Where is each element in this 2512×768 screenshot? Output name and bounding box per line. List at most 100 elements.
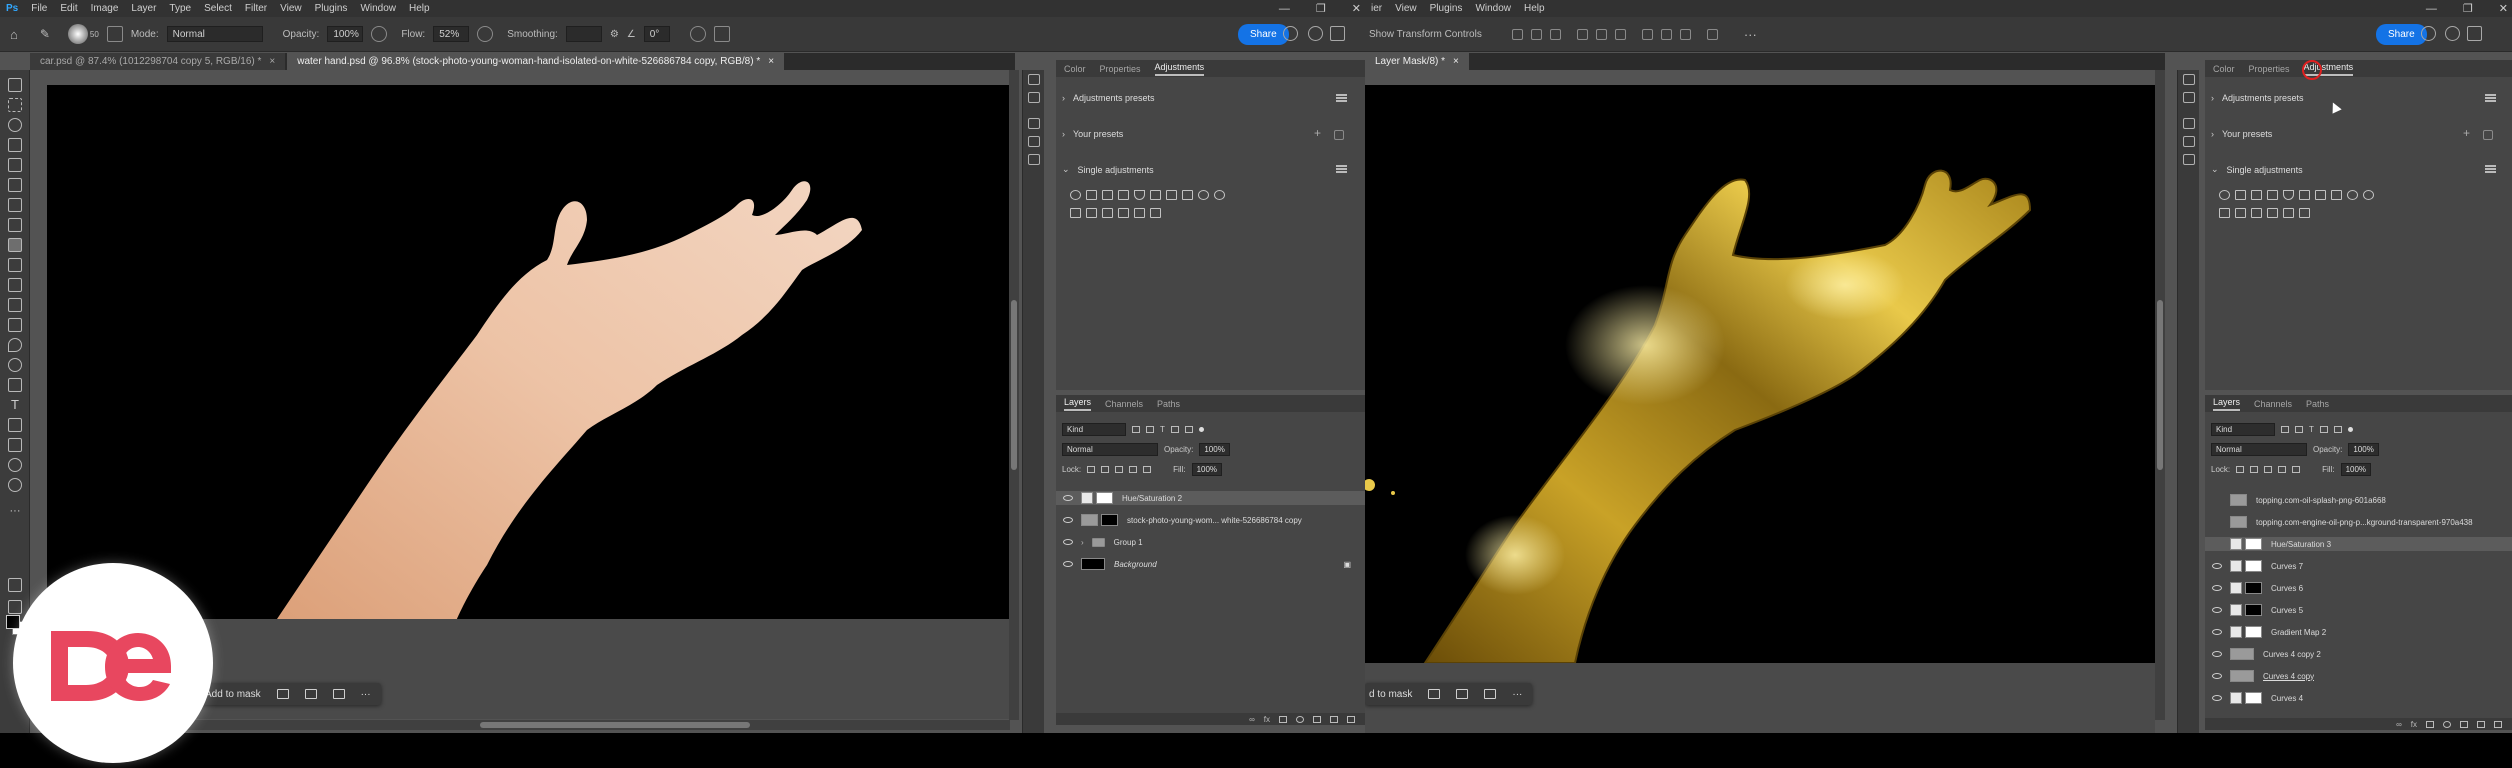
vibrance-icon[interactable]	[2283, 190, 2294, 200]
layer-row[interactable]: Hue/Saturation 2	[1056, 491, 1365, 505]
tab-properties[interactable]: Properties	[1100, 64, 1141, 74]
chevron-right-icon[interactable]: ›	[1081, 538, 1084, 547]
invert-mask-icon[interactable]	[1456, 689, 1469, 699]
new-adjustment-icon[interactable]	[2443, 720, 2451, 728]
menu-file[interactable]: File	[31, 3, 47, 14]
path-selection-icon[interactable]	[8, 418, 22, 432]
lock-position-icon[interactable]	[2264, 466, 2273, 473]
vertical-scrollbar[interactable]	[2155, 70, 2165, 720]
brush-size-preview[interactable]	[67, 24, 88, 44]
search-icon[interactable]	[1283, 26, 1298, 41]
layer-name[interactable]: Background	[1114, 560, 1157, 569]
filter-shape-icon[interactable]	[1170, 426, 1179, 433]
black-white-icon[interactable]	[2331, 190, 2342, 200]
adjustments-panel-icon[interactable]	[2183, 136, 2195, 147]
tab-color[interactable]: Color	[1064, 64, 1086, 74]
flow-field[interactable]: 52%	[433, 26, 470, 42]
collapse-icon[interactable]	[1028, 74, 1040, 85]
dodge-tool-icon[interactable]	[8, 358, 22, 372]
tab-properties[interactable]: Properties	[2249, 64, 2290, 74]
symmetry-icon[interactable]	[713, 26, 730, 42]
new-group-icon[interactable]	[1313, 715, 1321, 723]
tab-paths[interactable]: Paths	[1157, 399, 1180, 409]
eraser-icon[interactable]	[8, 298, 22, 312]
mode-select[interactable]: Normal	[166, 26, 263, 42]
layer-row[interactable]: Curves 5	[2205, 603, 2512, 617]
layer-name[interactable]: Curves 4 copy 2	[2263, 650, 2321, 659]
layer-name[interactable]: Curves 4 copy	[2263, 672, 2314, 681]
comments-icon[interactable]	[1028, 92, 1040, 103]
history-brush-icon[interactable]	[8, 278, 22, 292]
align-right-icon[interactable]	[1549, 28, 1561, 40]
delete-layer-icon[interactable]	[2494, 720, 2502, 728]
add-mask-icon[interactable]	[2426, 720, 2434, 728]
align-top-icon[interactable]	[1576, 28, 1588, 40]
layer-name[interactable]: Hue/Saturation 2	[1122, 494, 1182, 503]
layer-name[interactable]: Curves 7	[2271, 562, 2303, 571]
menu-layer[interactable]: Layer	[131, 3, 156, 14]
levels-icon[interactable]	[2235, 190, 2246, 200]
layer-row[interactable]: Background ▣	[1056, 557, 1365, 571]
tab-layers[interactable]: Layers	[2213, 397, 2241, 411]
distribute-icon[interactable]	[1641, 28, 1653, 40]
distribute-spacing-icon[interactable]	[1706, 28, 1718, 40]
lock-image-icon[interactable]	[2250, 466, 2259, 473]
add-to-mask-button[interactable]: d to mask	[1369, 689, 1412, 700]
menu-image[interactable]: Image	[91, 3, 119, 14]
hue-saturation-icon[interactable]	[1150, 190, 1161, 200]
posterize-icon[interactable]	[2251, 208, 2262, 218]
layer-row[interactable]: Curves 7	[2205, 559, 2512, 573]
layer-row[interactable]: Hue/Saturation 3	[2205, 537, 2512, 551]
layer-opacity-field[interactable]: 100%	[1199, 443, 1230, 456]
list-view-icon[interactable]	[2485, 165, 2496, 173]
frame-tool-icon[interactable]	[8, 178, 22, 192]
list-view-icon[interactable]	[1336, 165, 1347, 173]
link-layers-icon[interactable]: ∞	[2396, 720, 2402, 729]
filter-pixel-icon[interactable]	[2281, 426, 2289, 433]
layer-row[interactable]: Curves 4 copy 2	[2205, 647, 2512, 661]
menu-help[interactable]: Help	[1524, 3, 1545, 14]
brush-tool-icon[interactable]	[8, 238, 22, 252]
tab-car[interactable]: car.psd @ 87.4% (1012298704 copy 5, RGB/…	[30, 53, 286, 70]
exposure-icon[interactable]	[1118, 190, 1129, 200]
menu-filter[interactable]: Filter	[245, 3, 267, 14]
more-options-button[interactable]: ···	[361, 689, 371, 700]
vibrance-icon[interactable]	[1134, 190, 1145, 200]
tab-paths[interactable]: Paths	[2306, 399, 2329, 409]
brightness-contrast-icon[interactable]	[2219, 190, 2230, 200]
vertical-scrollbar[interactable]	[1009, 70, 1019, 720]
selective-color-icon[interactable]	[2283, 208, 2294, 218]
lock-transparent-icon[interactable]	[2236, 466, 2245, 473]
pressure-opacity-icon[interactable]	[371, 26, 388, 42]
brush-tool-icon[interactable]: ✎	[40, 27, 50, 41]
channel-mixer-icon[interactable]	[2363, 190, 2374, 200]
adjustments-panel-icon[interactable]	[1028, 136, 1040, 147]
layer-row[interactable]: Gradient Map 2	[2205, 625, 2512, 639]
invert-icon[interactable]	[1086, 208, 1097, 218]
share-button[interactable]: Share	[1238, 24, 1289, 45]
color-lookup-icon[interactable]	[2219, 208, 2230, 218]
lasso-tool-icon[interactable]	[8, 118, 22, 132]
visibility-eye-icon[interactable]	[2212, 585, 2222, 591]
grid-view-icon[interactable]	[1334, 130, 1344, 140]
layer-opacity-field[interactable]: 100%	[2348, 443, 2379, 456]
your-presets-section[interactable]: › Your presets	[2211, 129, 2272, 139]
color-lookup-icon[interactable]	[1070, 208, 1081, 218]
blend-mode-select[interactable]: Normal	[1062, 443, 1158, 456]
distribute-v-icon[interactable]	[1660, 28, 1672, 40]
invert-mask-icon[interactable]	[304, 689, 317, 699]
smoothing-field[interactable]	[565, 26, 602, 42]
visibility-eye-icon[interactable]	[2212, 673, 2222, 679]
more-options-button[interactable]: ···	[1512, 689, 1522, 700]
tab-close-icon[interactable]: ×	[768, 56, 774, 67]
brush-settings-panel-icon[interactable]	[1028, 118, 1040, 129]
new-layer-icon[interactable]	[1330, 715, 1338, 723]
tab-channels[interactable]: Channels	[2254, 399, 2292, 409]
scrollbar-thumb[interactable]	[1011, 300, 1017, 470]
brush-settings-icon[interactable]	[106, 26, 123, 42]
scrollbar-thumb[interactable]	[2157, 300, 2163, 470]
filter-smart-icon[interactable]	[2333, 426, 2342, 433]
gradient-map-icon[interactable]	[1150, 208, 1161, 218]
selective-color-icon[interactable]	[1134, 208, 1145, 218]
filter-shape-icon[interactable]	[2319, 426, 2328, 433]
